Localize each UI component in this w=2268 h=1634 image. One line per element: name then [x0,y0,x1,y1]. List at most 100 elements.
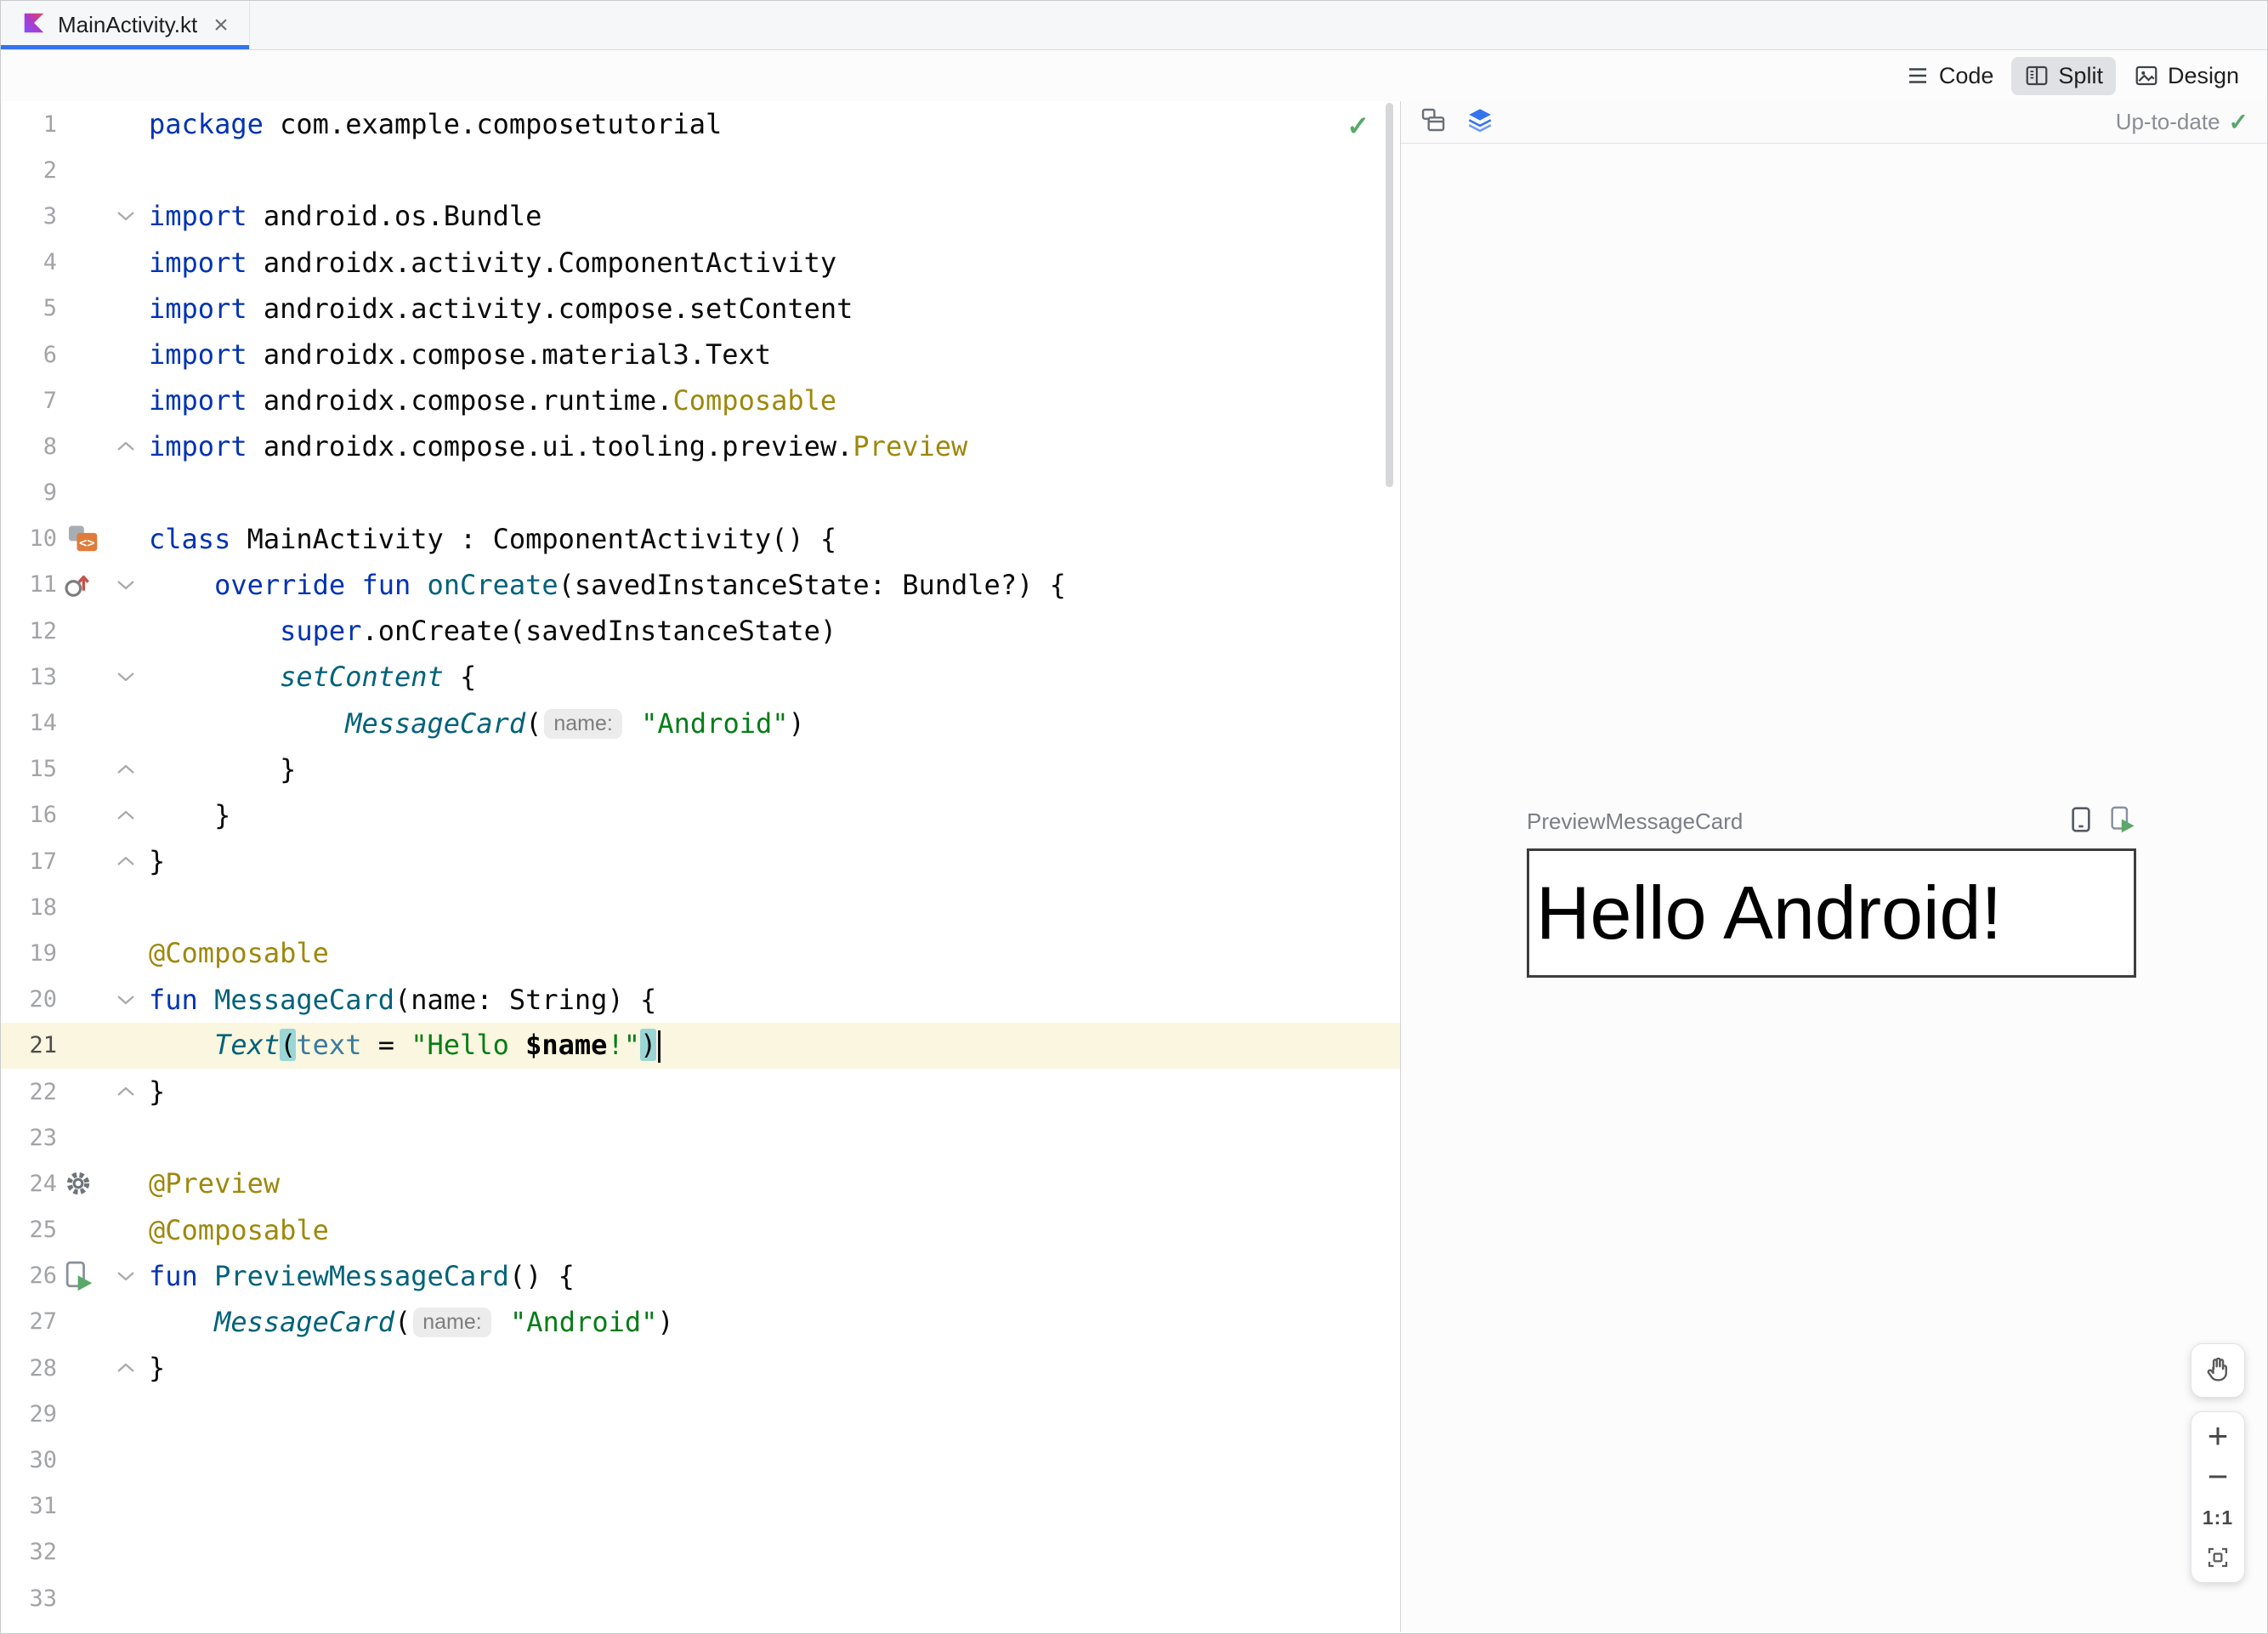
code-text[interactable]: import androidx.compose.ui.tooling.previ… [145,430,967,462]
code-text[interactable]: override fun onCreate(savedInstanceState… [145,569,1066,601]
code-line[interactable]: 16 } [1,792,1400,838]
tab-close-icon[interactable]: × [213,12,229,38]
code-text[interactable]: } [145,799,230,831]
preview-render-frame[interactable]: Hello Android! [1527,848,2136,978]
code-line[interactable]: 34 [1,1621,1400,1632]
code-text[interactable]: import androidx.compose.runtime.Composab… [145,384,836,417]
code-line[interactable]: 15 } [1,746,1400,792]
line-number: 33 [29,1585,57,1612]
fold-expand-icon[interactable] [106,1085,145,1098]
code-text[interactable]: } [145,753,296,786]
svg-text:<>: <> [79,535,95,550]
code-line[interactable]: 8 import androidx.compose.ui.tooling.prev… [1,423,1400,469]
preview-canvas[interactable]: PreviewMessageCard Hello Android! + − 1:… [1401,144,2267,1632]
code-text[interactable]: @Composable [145,937,329,969]
code-line[interactable]: 13 setContent { [1,654,1400,700]
fold-collapse-icon[interactable] [106,1269,145,1283]
code-text[interactable]: } [145,1075,165,1108]
code-text[interactable]: super.onCreate(savedInstanceState) [145,615,836,647]
code-text[interactable]: setContent { [145,661,476,693]
fold-expand-icon[interactable] [106,808,145,822]
code-text[interactable]: fun MessageCard(name: String) { [145,984,656,1016]
code-text[interactable]: class MainActivity : ComponentActivity()… [145,523,836,555]
code-line[interactable]: 6 import androidx.compose.material3.Text [1,332,1400,377]
fold-expand-icon[interactable] [106,854,145,868]
code-text[interactable]: } [145,845,165,877]
code-line[interactable]: 33 [1,1575,1400,1621]
code-line[interactable]: 18 [1,884,1400,930]
code-line[interactable]: 3 import android.os.Bundle [1,193,1400,239]
pan-tool-button[interactable] [2191,1343,2245,1398]
code-text[interactable]: } [145,1352,165,1384]
code-line[interactable]: 12 super.onCreate(savedInstanceState) [1,608,1400,654]
code-line[interactable]: 24 @Preview [1,1160,1400,1206]
parameter-name-hint[interactable]: name: [544,708,622,739]
run-preview-on-device-icon[interactable] [2109,805,2136,838]
override-method-icon[interactable] [57,570,106,600]
zoom-actual-size-button[interactable]: 1:1 [2191,1497,2244,1538]
interactive-mode-icon[interactable] [2068,806,2094,837]
code-line[interactable]: 11 override fun onCreate(savedInstanceSt… [1,562,1400,608]
fold-expand-icon[interactable] [106,440,145,453]
code-text[interactable]: import android.os.Bundle [145,200,541,232]
preview-settings-gear-icon[interactable] [57,1169,106,1198]
code-line[interactable]: 26 fun PreviewMessageCard() { [1,1253,1400,1299]
code-line[interactable]: 20 fun MessageCard(name: String) { [1,977,1400,1023]
layers-icon[interactable] [1466,105,1494,139]
zoom-out-button[interactable]: − [2191,1456,2244,1497]
code-text[interactable]: package com.example.composetutorial [145,108,722,140]
mode-split-button[interactable]: Split [2011,56,2116,95]
code-line[interactable]: 22} [1,1069,1400,1115]
fold-expand-icon[interactable] [106,1361,145,1375]
code-text[interactable]: import androidx.activity.compose.setCont… [145,292,853,325]
code-line[interactable]: 29 [1,1391,1400,1437]
parameter-name-hint[interactable]: name: [413,1307,491,1337]
code-line[interactable]: 30 [1,1437,1400,1483]
code-line[interactable]: 23 [1,1115,1400,1160]
preview-card[interactable]: PreviewMessageCard Hello Android! [1527,805,2136,978]
fold-collapse-icon[interactable] [106,993,145,1007]
code-line[interactable]: 19 @Composable [1,930,1400,976]
inspection-ok-icon[interactable]: ✓ [1347,110,1369,142]
code-line[interactable]: 10 <> class MainActivity : ComponentActivi… [1,516,1400,562]
class-gutter-icon[interactable]: <> [57,523,106,555]
code-line[interactable]: 27 MessageCard(name: "Android") [1,1299,1400,1345]
code-line[interactable]: 4 import androidx.activity.ComponentActiv… [1,240,1400,286]
code-text[interactable]: import androidx.activity.ComponentActivi… [145,247,836,279]
code-text[interactable]: import androidx.compose.material3.Text [145,338,771,371]
code-text[interactable]: fun PreviewMessageCard() { [145,1260,575,1292]
code-line[interactable]: 17} [1,838,1400,884]
code-line[interactable]: 32 [1,1529,1400,1575]
zoom-in-button[interactable]: + [2191,1416,2244,1456]
fold-collapse-icon[interactable] [106,670,145,684]
code-line[interactable]: 21 Text(text = "Hello $name!") [1,1022,1400,1069]
code-text[interactable]: @Preview [145,1167,280,1200]
code-line[interactable]: 2 [1,147,1400,193]
run-preview-icon[interactable] [57,1260,106,1292]
fold-collapse-icon[interactable] [106,578,145,592]
code-line[interactable]: 1 package com.example.composetutorial [1,101,1400,147]
code-line[interactable]: 9 [1,470,1400,516]
code-text[interactable]: Text(text = "Hello $name!") [145,1028,661,1063]
code-line[interactable]: 7 import androidx.compose.runtime.Composa… [1,377,1400,423]
code-line[interactable]: 25 @Composable [1,1207,1400,1253]
mode-design-button[interactable]: Design [2121,57,2252,95]
code-line[interactable]: 31 [1,1484,1400,1529]
up-to-date-check-icon: ✓ [2228,109,2248,135]
editor-vertical-scrollbar[interactable] [1386,103,1393,487]
view-mode-icon[interactable] [1420,106,1447,138]
code-text[interactable]: MessageCard(name: "Android") [145,707,805,740]
code-editor[interactable]: 1 package com.example.composetutorial 2 3 im… [1,101,1400,1632]
code-text[interactable]: MessageCard(name: "Android") [145,1306,674,1338]
zoom-to-fit-button[interactable] [2191,1538,2244,1579]
code-line[interactable]: 14 MessageCard(name: "Android") [1,700,1400,746]
mode-code-button[interactable]: Code [1892,57,2007,95]
code-text[interactable]: @Composable [145,1214,329,1246]
code-line[interactable]: 5 import androidx.activity.compose.setCon… [1,286,1400,332]
fold-collapse-icon[interactable] [106,209,145,223]
tab-mainactivity-kt[interactable]: MainActivity.kt × [1,1,250,49]
code-line[interactable]: 28} [1,1345,1400,1391]
text-cursor [658,1030,661,1063]
line-number: 34 [1,1631,57,1632]
fold-expand-icon[interactable] [106,763,145,776]
